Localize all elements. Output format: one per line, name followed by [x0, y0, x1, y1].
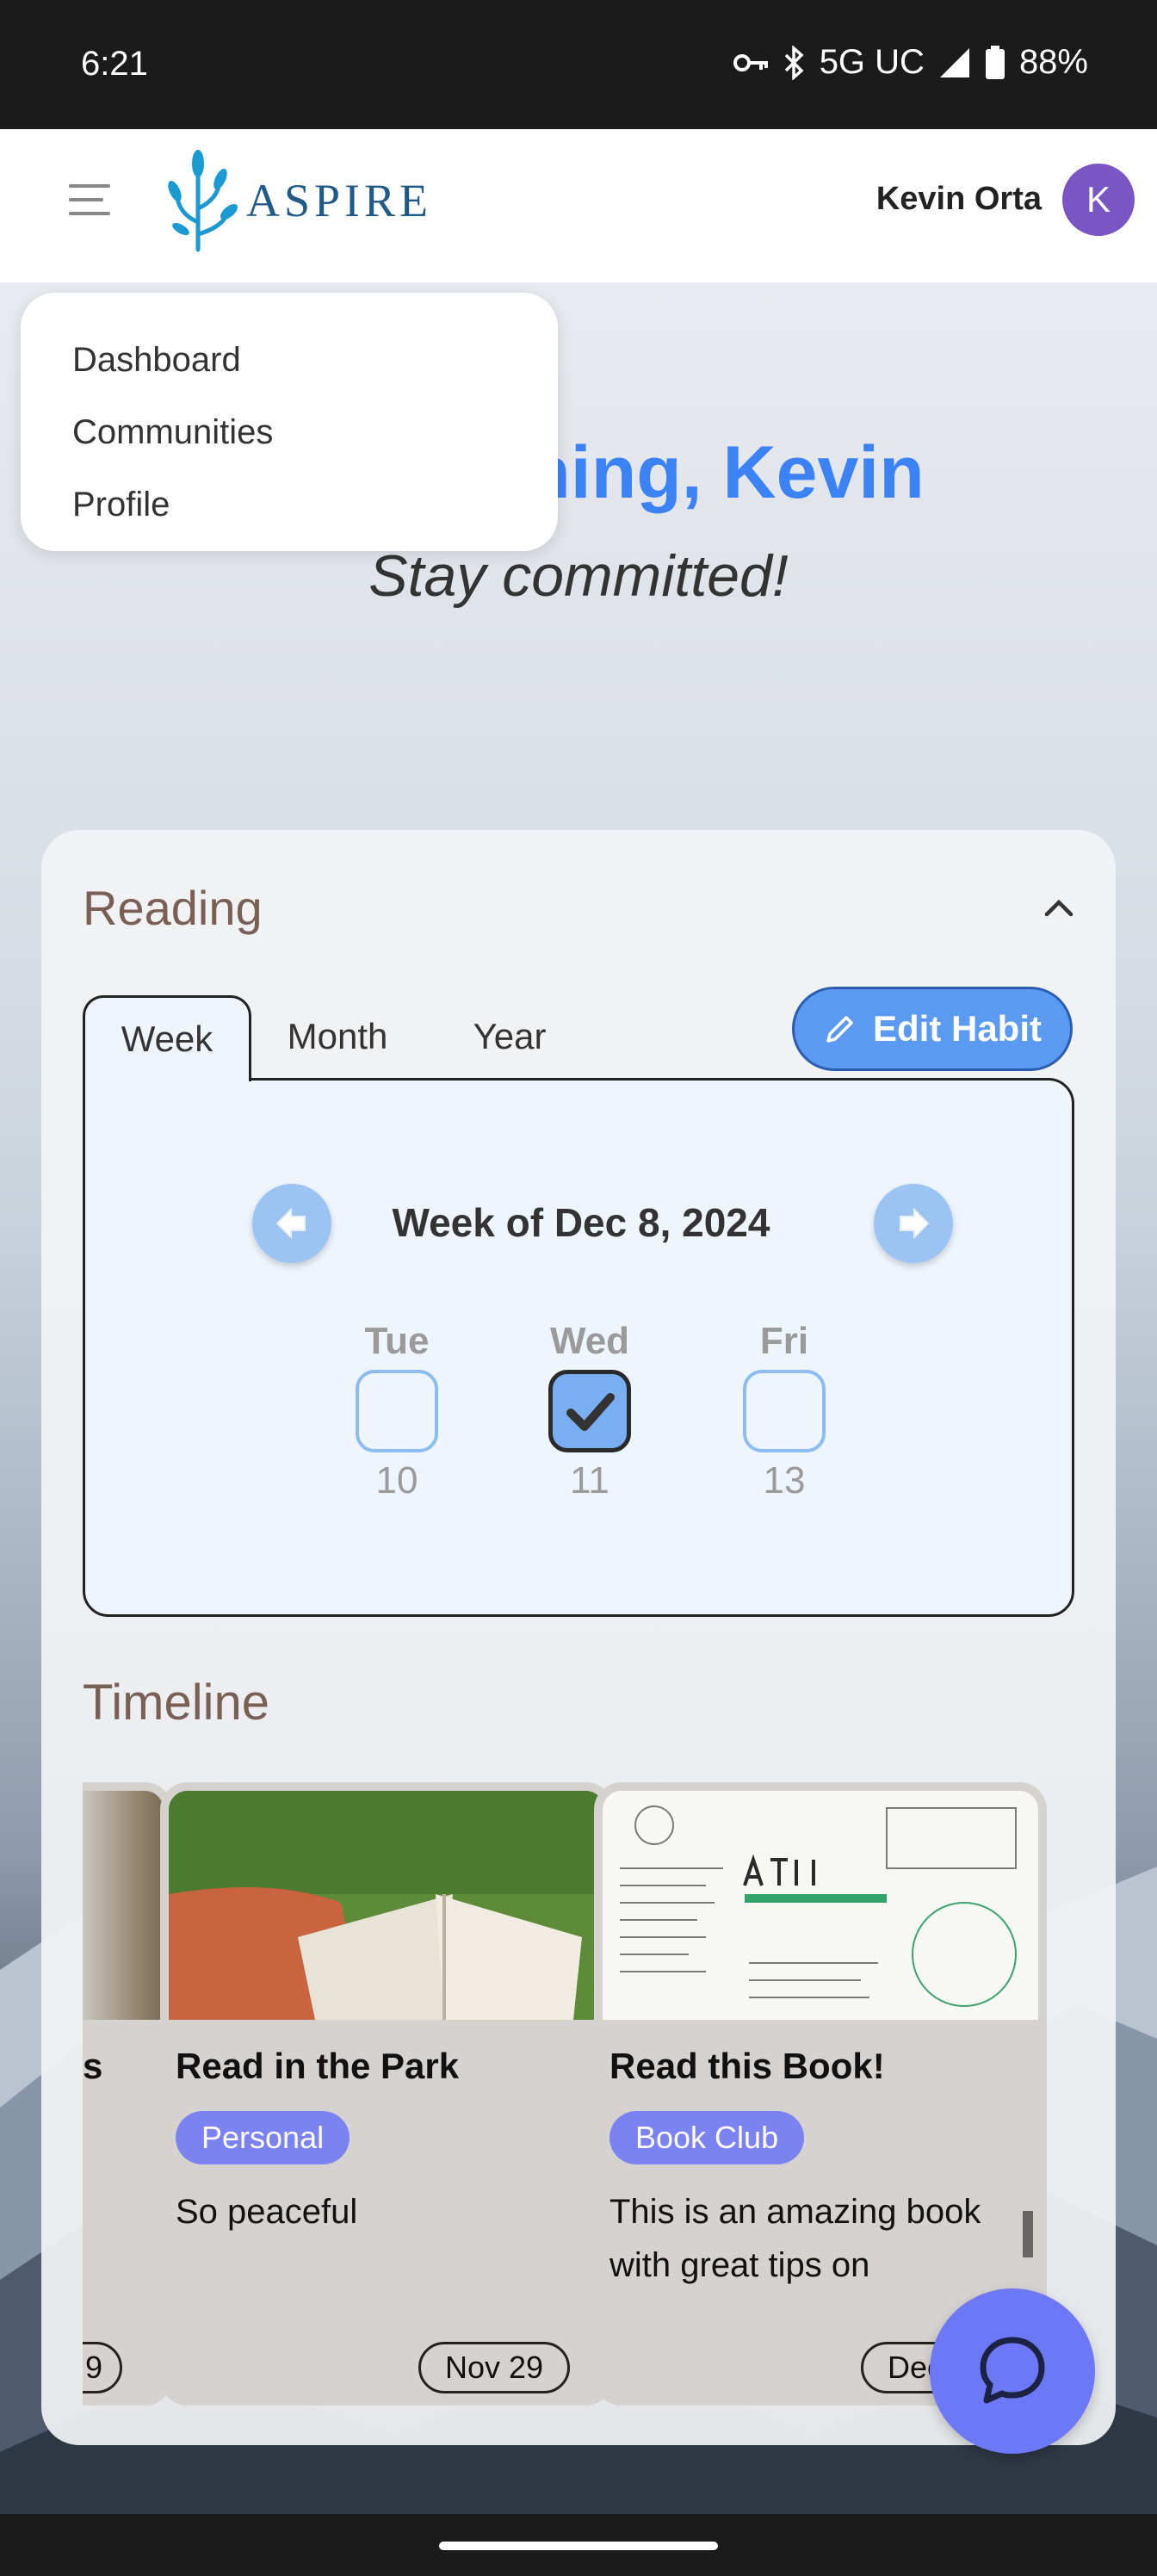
next-week-button[interactable]	[874, 1184, 953, 1263]
timeline-card-image	[603, 1791, 1038, 2020]
menu-item-communities[interactable]: Communities	[21, 396, 558, 468]
battery-icon	[985, 45, 1005, 79]
aspire-logo-icon	[168, 150, 238, 252]
avatar[interactable]: K	[1062, 164, 1135, 236]
habit-title: Reading	[83, 881, 263, 935]
tab-week[interactable]: Week	[83, 995, 251, 1081]
day-checkbox-wed[interactable]	[548, 1370, 631, 1452]
greeting-text: ning, Kevin	[525, 431, 925, 514]
habit-card: Reading Week Month Year Edit Habit Week …	[41, 830, 1116, 2445]
signal-icon	[939, 47, 969, 77]
vpn-key-icon	[733, 53, 768, 71]
chat-button[interactable]	[930, 2288, 1095, 2454]
day-fri: Fri 13	[733, 1320, 836, 1502]
day-wed: Wed 11	[538, 1320, 641, 1502]
brand-name: ASPIRE	[246, 175, 433, 226]
day-tue: Tue 10	[345, 1320, 449, 1502]
network-label: 5G UC	[819, 43, 925, 81]
arrow-right-icon	[900, 1207, 930, 1240]
day-checkbox-fri[interactable]	[743, 1370, 826, 1452]
timeline-card-description: This is an amazing book with great tips …	[609, 2193, 981, 2284]
timeline-card[interactable]: Read in the Park Personal So peaceful No…	[160, 1782, 613, 2406]
day-name: Tue	[364, 1320, 430, 1362]
edit-habit-label: Edit Habit	[873, 1008, 1042, 1049]
edit-habit-button[interactable]: Edit Habit	[792, 987, 1073, 1071]
menu-item-profile[interactable]: Profile	[21, 468, 558, 541]
status-icons: 5G UC 88%	[733, 43, 1088, 82]
status-time: 6:21	[81, 45, 148, 83]
timeline-card-image	[83, 1791, 164, 2020]
timeline-card-title: s	[83, 2046, 103, 2086]
timeline-card-title: Read in the Park	[176, 2046, 460, 2086]
day-checkbox-tue[interactable]	[356, 1370, 438, 1452]
tab-month[interactable]: Month	[251, 995, 424, 1078]
timeline-heading: Timeline	[83, 1675, 270, 1731]
day-date: 10	[375, 1459, 418, 1502]
chat-bubble-icon	[980, 2337, 1045, 2404]
day-date: 13	[763, 1459, 806, 1502]
week-panel: Week of Dec 8, 2024 Tue 10 Wed 11 Fri 13	[83, 1078, 1074, 1617]
day-name: Wed	[549, 1320, 630, 1362]
timeline-card-date: 9	[83, 2342, 123, 2393]
user-name: Kevin Orta	[875, 181, 1042, 217]
chevron-up-icon[interactable]	[1042, 890, 1076, 925]
day-date: 11	[570, 1459, 609, 1502]
nav-dropdown-menu: Dashboard Communities Profile	[21, 293, 558, 551]
app-header: ASPIRE Kevin Orta K	[0, 129, 1157, 282]
status-bar: 6:21 5G UC 88%	[0, 0, 1157, 129]
pencil-icon	[826, 1016, 853, 1043]
bluetooth-icon	[784, 45, 804, 80]
tagline: Stay committed!	[368, 543, 789, 609]
menu-item-dashboard[interactable]: Dashboard	[21, 324, 558, 396]
timeline-card-date: Nov 29	[418, 2342, 571, 2393]
menu-icon[interactable]	[69, 181, 112, 219]
timeline-card-title: Read this Book!	[609, 2046, 885, 2086]
timeline-card-image	[169, 1791, 604, 2020]
system-nav-bar	[0, 2514, 1157, 2576]
timeline-card-tag: Personal	[176, 2111, 350, 2164]
checkmark-icon	[566, 1393, 615, 1431]
day-name: Fri	[759, 1320, 809, 1362]
timeline-card-tag: Book Club	[609, 2111, 805, 2164]
description-scrollbar[interactable]	[1023, 2211, 1033, 2257]
timeline-card-description: So peaceful	[176, 2193, 358, 2231]
timeline-card-partial[interactable]: s 9	[83, 1782, 172, 2406]
tab-year[interactable]: Year	[424, 995, 596, 1078]
battery-percent: 88%	[1018, 43, 1088, 81]
home-indicator[interactable]	[439, 2542, 718, 2550]
